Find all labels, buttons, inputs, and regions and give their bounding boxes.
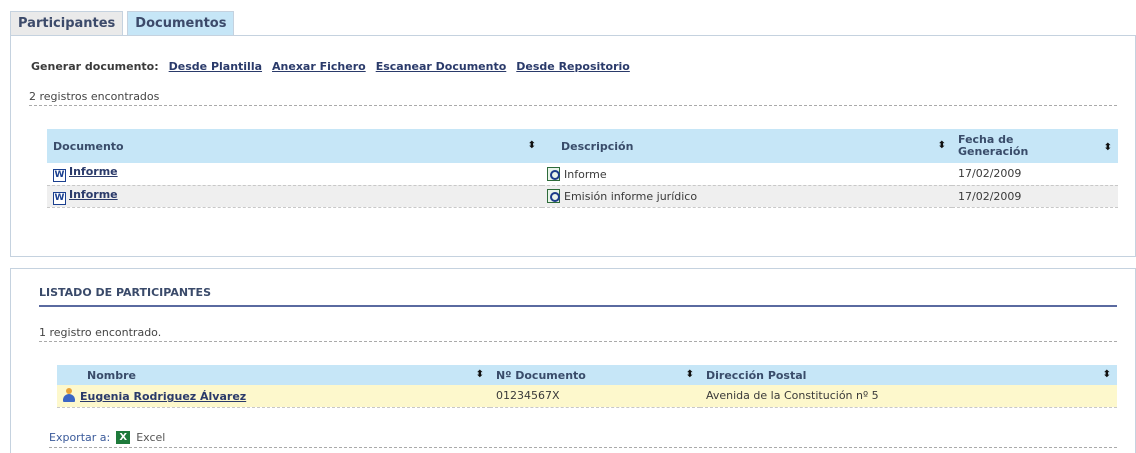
table-row: W Informe Emisión informe jurídico 17/02/… [47,185,1118,208]
tab-documentos[interactable]: Documentos [127,11,235,35]
document-search-icon[interactable] [547,166,560,181]
sort-icon[interactable]: ⬍ [1103,369,1111,380]
column-header-direccion[interactable]: Dirección Postal ⬍ [700,365,1117,385]
from-template-link[interactable]: Desde Plantilla [169,60,262,73]
from-repository-link[interactable]: Desde Repositorio [516,60,630,73]
sort-icon[interactable]: ⬍ [528,140,536,151]
person-icon [63,388,75,403]
export-label: Exportar a: [49,431,111,444]
column-header-documento[interactable]: Nº Documento ⬍ [490,365,700,385]
date-cell: 17/02/2009 [952,185,1118,208]
documents-count: 2 registros encontrados [29,90,160,103]
participants-panel: LISTADO DE PARTICIPANTES 1 registro enco… [10,268,1136,453]
participant-link[interactable]: Eugenia Rodriguez Álvarez [80,390,246,403]
sort-icon[interactable]: ⬍ [1104,142,1112,153]
column-header-documento[interactable]: Documento ⬍ [47,129,542,163]
document-cell: W Informe [47,163,542,186]
document-cell: W Informe [47,185,542,208]
attach-file-link[interactable]: Anexar Fichero [272,60,366,73]
generate-document-label: Generar documento: [31,60,159,73]
documents-panel: Generar documento: Desde Plantilla Anexa… [10,35,1136,257]
generate-document-row: Generar documento: Desde Plantilla Anexa… [31,60,630,73]
excel-icon[interactable]: X [116,431,131,444]
section-divider [39,305,1117,307]
participants-table: Nombre ⬍ Nº Documento ⬍ Dirección Postal… [57,365,1117,408]
section-title: LISTADO DE PARTICIPANTES [39,286,211,299]
participants-count: 1 registro encontrado. [39,326,162,339]
column-header-nombre[interactable]: Nombre ⬍ [57,365,490,385]
document-search-icon[interactable] [547,189,560,203]
divider [29,105,1117,106]
word-icon: W [53,191,66,205]
description-cell: Informe [542,163,952,186]
word-icon: W [53,169,66,183]
tab-bar: Participantes Documentos [10,11,235,35]
scan-document-link[interactable]: Escanear Documento [376,60,507,73]
sort-icon[interactable]: ⬍ [938,140,946,151]
sort-icon[interactable]: ⬍ [476,369,484,380]
tab-participantes[interactable]: Participantes [10,11,124,35]
sort-icon[interactable]: ⬍ [686,369,694,380]
column-header-fecha[interactable]: ⬍ Fecha de Generación [952,129,1118,163]
divider [49,447,1117,448]
description-cell: Emisión informe jurídico [542,185,952,208]
documents-table: Documento ⬍ Descripción ⬍ ⬍ Fecha de Gen… [47,129,1118,208]
export-excel-link[interactable]: Excel [136,431,165,444]
document-link[interactable]: Informe [69,165,118,178]
address-cell: Avenida de la Constitución nº 5 [700,385,1117,408]
document-link[interactable]: Informe [69,188,118,201]
table-row: W Informe Informe 17/02/2009 [47,163,1118,186]
export-row: Exportar a: X Excel [49,431,165,444]
column-header-descripcion[interactable]: Descripción ⬍ [542,129,952,163]
name-cell: Eugenia Rodriguez Álvarez [57,385,490,408]
table-row: Eugenia Rodriguez Álvarez 01234567X Aven… [57,385,1117,408]
document-number-cell: 01234567X [490,385,700,408]
date-cell: 17/02/2009 [952,163,1118,186]
divider [39,341,1117,342]
